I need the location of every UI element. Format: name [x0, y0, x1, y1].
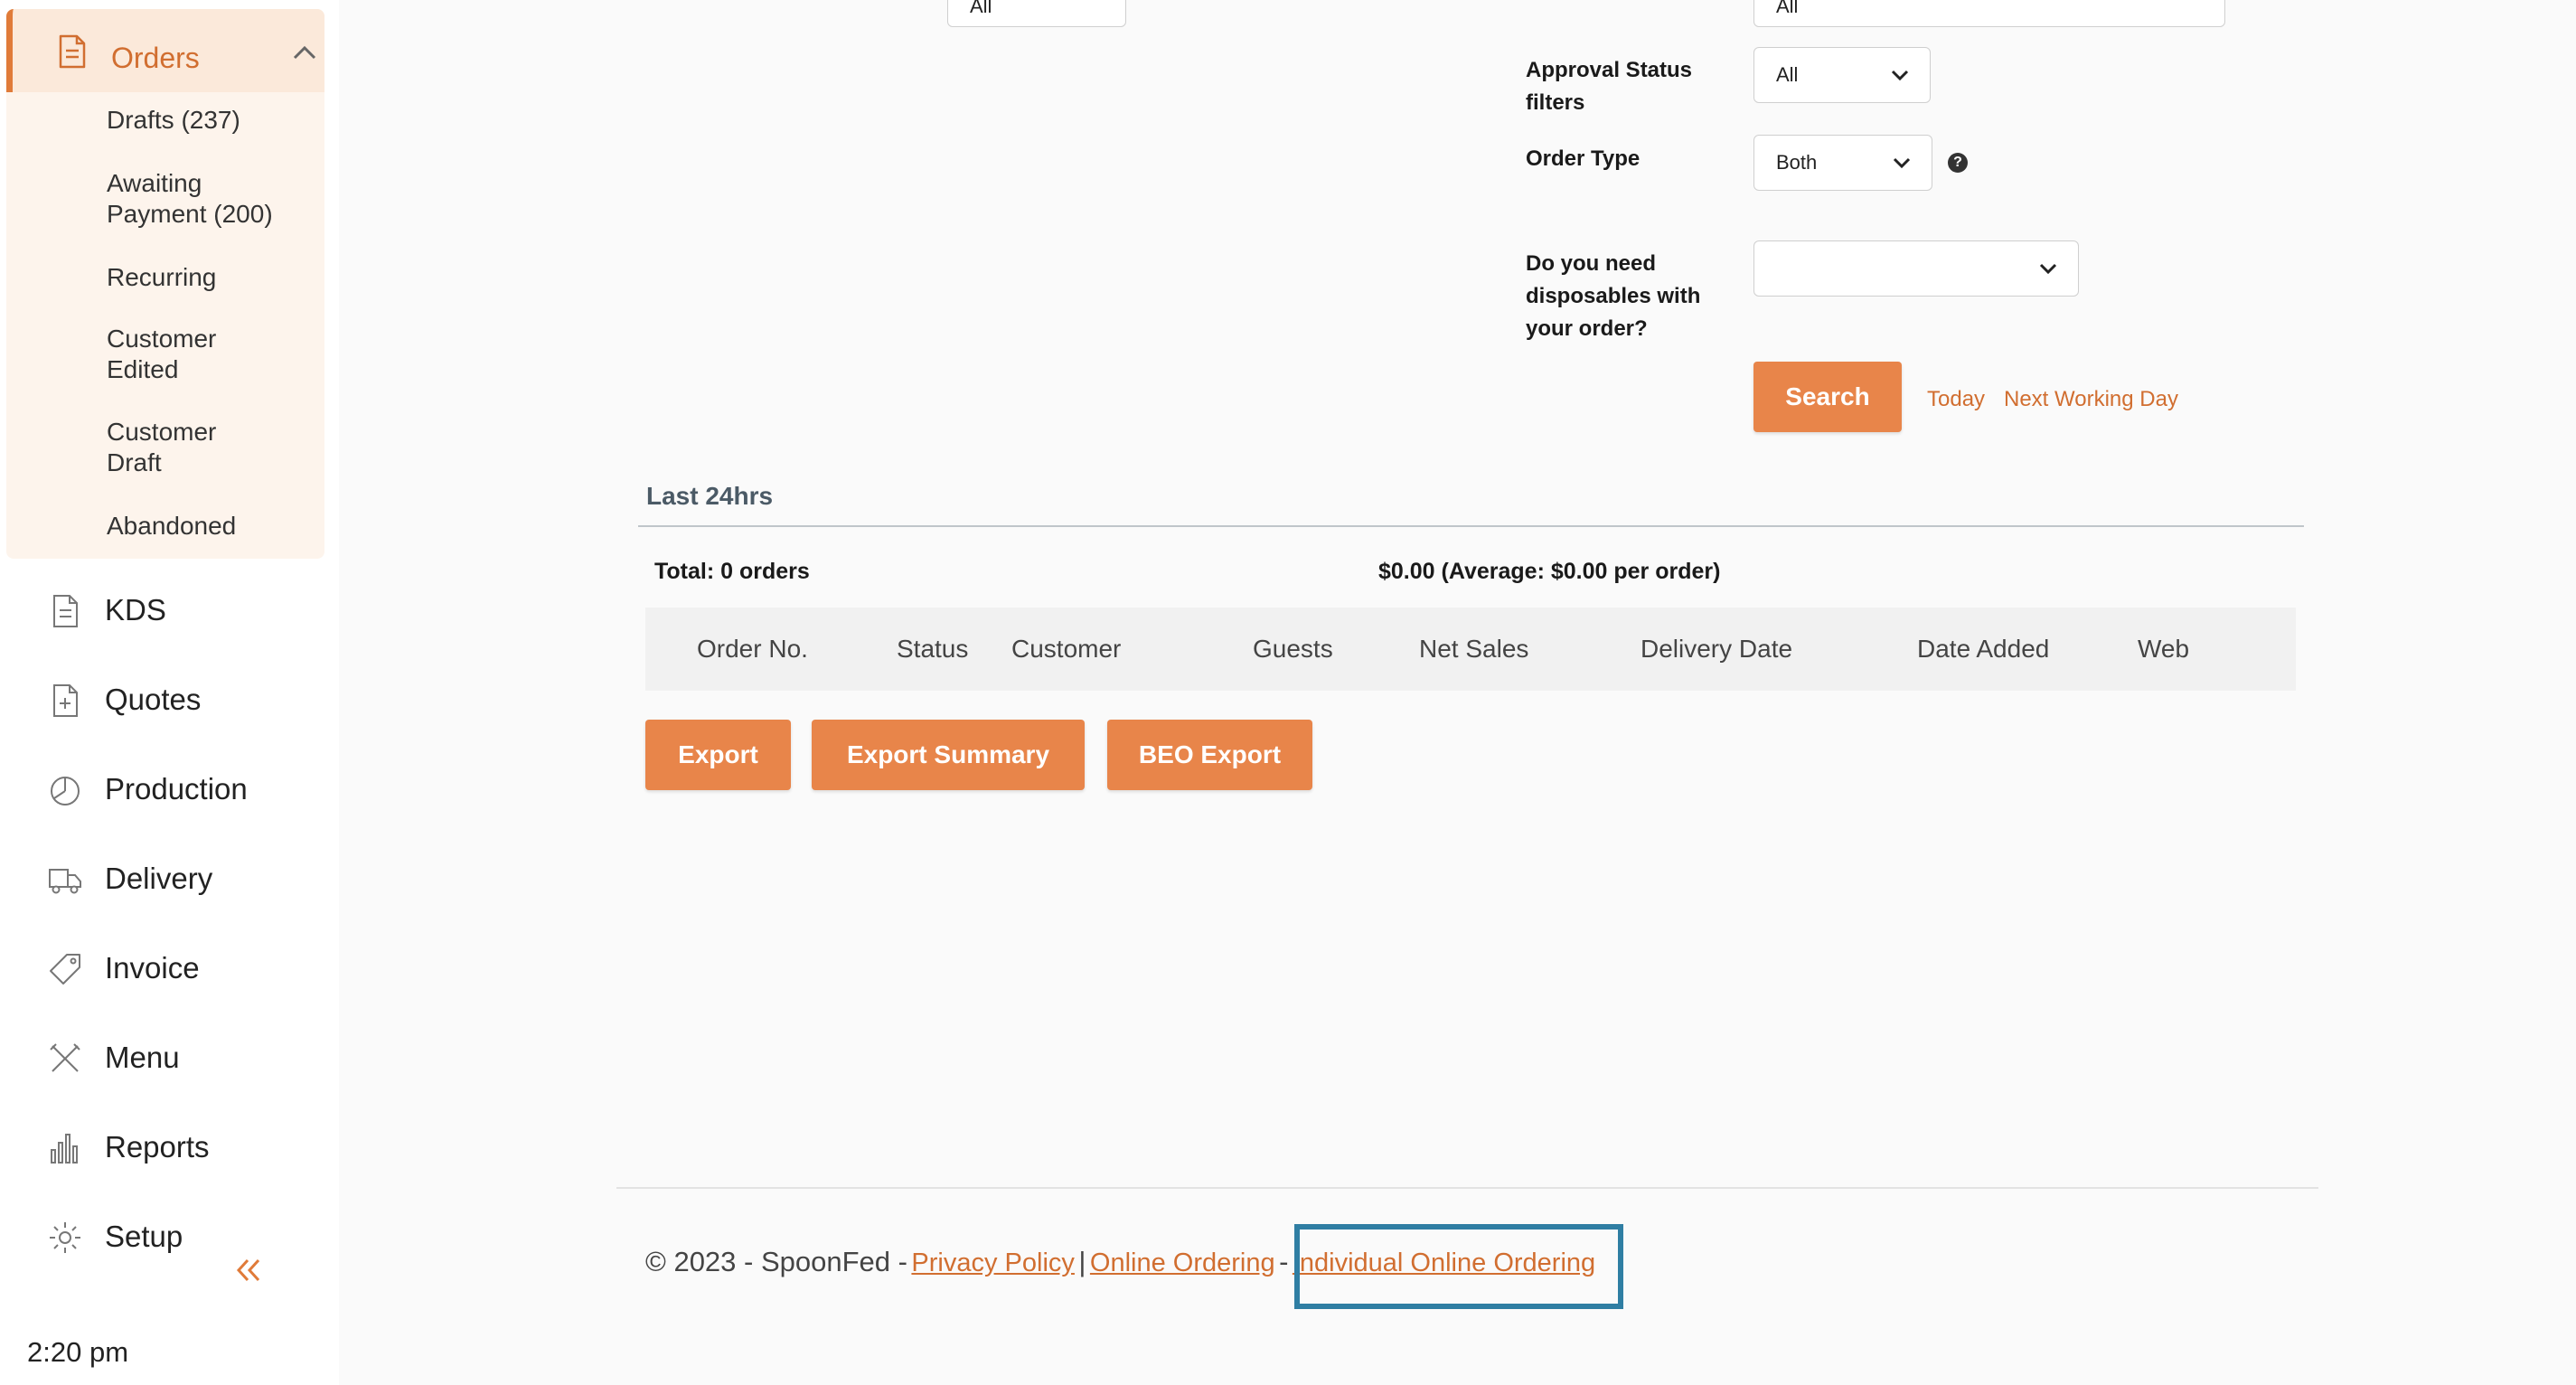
column-header-customer[interactable]: Customer	[1011, 635, 1121, 664]
document-icon	[59, 34, 86, 69]
sidebar-subitem-awaiting-payment-line2[interactable]: Payment (200)	[107, 199, 273, 230]
sidebar-item-kds[interactable]: KDS	[0, 582, 325, 636]
approval-status-label-line2: filters	[1526, 90, 1585, 115]
disposables-select[interactable]	[1753, 240, 2079, 297]
quote-document-icon	[53, 684, 78, 717]
sidebar-subitem-abandoned[interactable]: Abandoned	[107, 511, 236, 542]
sidebar-subitem-recurring[interactable]: Recurring	[107, 262, 216, 293]
sidebar-item-quotes-label: Quotes	[105, 683, 202, 716]
top-filter-select-right[interactable]: All	[1753, 0, 2225, 27]
footer-divider	[616, 1187, 2318, 1189]
sidebar-item-delivery-label: Delivery	[105, 862, 213, 895]
search-button[interactable]: Search	[1753, 362, 1902, 432]
sidebar-item-setup[interactable]: Setup	[0, 1209, 325, 1263]
privacy-policy-link[interactable]: Privacy Policy	[911, 1248, 1075, 1277]
approval-status-label: Approval Status filters	[1526, 54, 1692, 119]
top-filter-select-left-value: All	[970, 0, 992, 17]
column-header-guests[interactable]: Guests	[1253, 635, 1333, 664]
column-header-delivery-date[interactable]: Delivery Date	[1641, 635, 1792, 664]
sidebar-item-quotes[interactable]: Quotes	[0, 672, 325, 726]
sidebar-item-orders[interactable]: Orders	[6, 9, 324, 92]
sidebar-item-reports-label: Reports	[105, 1130, 210, 1164]
order-type-select[interactable]: Both	[1753, 135, 1932, 191]
approval-status-value: All	[1776, 63, 1799, 86]
disposables-label-line2: disposables with	[1526, 284, 1701, 308]
sidebar-subitem-customer-edited[interactable]: Customer	[107, 324, 216, 354]
column-header-net-sales[interactable]: Net Sales	[1419, 635, 1528, 664]
section-divider	[638, 525, 2304, 527]
beo-export-button[interactable]: BEO Export	[1107, 720, 1312, 790]
sidebar-item-reports[interactable]: Reports	[0, 1119, 325, 1173]
sidebar-subitem-customer-draft[interactable]: Customer	[107, 417, 216, 448]
column-header-web[interactable]: Web	[2138, 635, 2189, 664]
section-title: Last 24hrs	[646, 482, 774, 510]
sidebar-item-menu-label: Menu	[105, 1041, 180, 1074]
disposables-label-line3: your order?	[1526, 316, 1648, 341]
document-icon	[53, 595, 78, 627]
next-working-day-link[interactable]: Next Working Day	[2004, 387, 2178, 412]
sidebar-item-menu[interactable]: Menu	[0, 1030, 325, 1084]
top-filter-select-left[interactable]: All	[947, 0, 1126, 27]
chevron-up-icon[interactable]	[291, 43, 318, 61]
order-type-label: Order Type	[1526, 146, 1641, 171]
truck-icon	[49, 869, 81, 894]
gear-icon	[50, 1222, 80, 1253]
chevron-down-icon	[2039, 263, 2057, 275]
export-button[interactable]: Export	[645, 720, 791, 790]
sidebar-item-production-label: Production	[105, 772, 248, 806]
footer-copyright: © 2023 - SpoonFed -	[645, 1246, 907, 1277]
sidebar-subitem-drafts[interactable]: Drafts (237)	[107, 105, 240, 136]
chevron-down-icon	[1893, 157, 1911, 169]
orders-summary: $0.00 (Average: $0.00 per order)	[1378, 559, 1721, 584]
disposables-label: Do you need disposables with your order?	[1526, 248, 1700, 345]
sidebar-subitem-customer-draft-line2[interactable]: Draft	[107, 448, 162, 478]
today-link[interactable]: Today	[1927, 387, 1985, 412]
sidebar-item-setup-label: Setup	[105, 1220, 183, 1253]
top-filter-select-right-value: All	[1776, 0, 1799, 17]
approval-status-label-line1: Approval Status	[1526, 58, 1693, 82]
sidebar-subitem-customer-edited-line2[interactable]: Edited	[107, 354, 178, 385]
help-icon[interactable]: ?	[1948, 153, 1968, 173]
clock-time: 2:20 pm	[27, 1336, 129, 1368]
utensils-icon	[50, 1043, 80, 1072]
sidebar-subitem-awaiting-payment[interactable]: Awaiting	[107, 168, 202, 199]
order-type-value: Both	[1776, 151, 1818, 174]
bar-chart-icon	[51, 1134, 78, 1164]
orders-total: Total: 0 orders	[654, 559, 810, 584]
double-chevron-left-icon[interactable]	[233, 1257, 264, 1284]
pie-chart-icon	[51, 777, 80, 806]
sidebar-item-invoice[interactable]: Invoice	[0, 940, 325, 994]
column-header-order-no[interactable]: Order No.	[697, 635, 808, 664]
chevron-down-icon	[1891, 70, 1909, 81]
export-summary-button[interactable]: Export Summary	[812, 720, 1085, 790]
sidebar-item-orders-label: Orders	[111, 42, 200, 74]
footer-separator: |	[1078, 1246, 1086, 1277]
column-header-status[interactable]: Status	[897, 635, 968, 664]
orders-table-header: Order No. Status Customer Guests Net Sal…	[645, 608, 2296, 691]
sidebar-item-kds-label: KDS	[105, 593, 166, 627]
sidebar: Orders Drafts (237) Awaiting Payment (20…	[0, 0, 339, 1385]
online-ordering-link[interactable]: Online Ordering	[1090, 1248, 1275, 1277]
approval-status-select[interactable]: All	[1753, 47, 1931, 103]
footer-dash: -	[1279, 1246, 1289, 1277]
disposables-label-line1: Do you need	[1526, 251, 1657, 276]
sidebar-item-delivery[interactable]: Delivery	[0, 851, 325, 905]
main-content: All All Approval Status filters All Orde…	[339, 0, 2576, 1385]
tag-icon	[50, 954, 80, 985]
sidebar-item-invoice-label: Invoice	[105, 951, 200, 985]
sidebar-item-production[interactable]: Production	[0, 761, 325, 815]
highlight-box	[1294, 1224, 1623, 1309]
column-header-date-added[interactable]: Date Added	[1917, 635, 2049, 664]
